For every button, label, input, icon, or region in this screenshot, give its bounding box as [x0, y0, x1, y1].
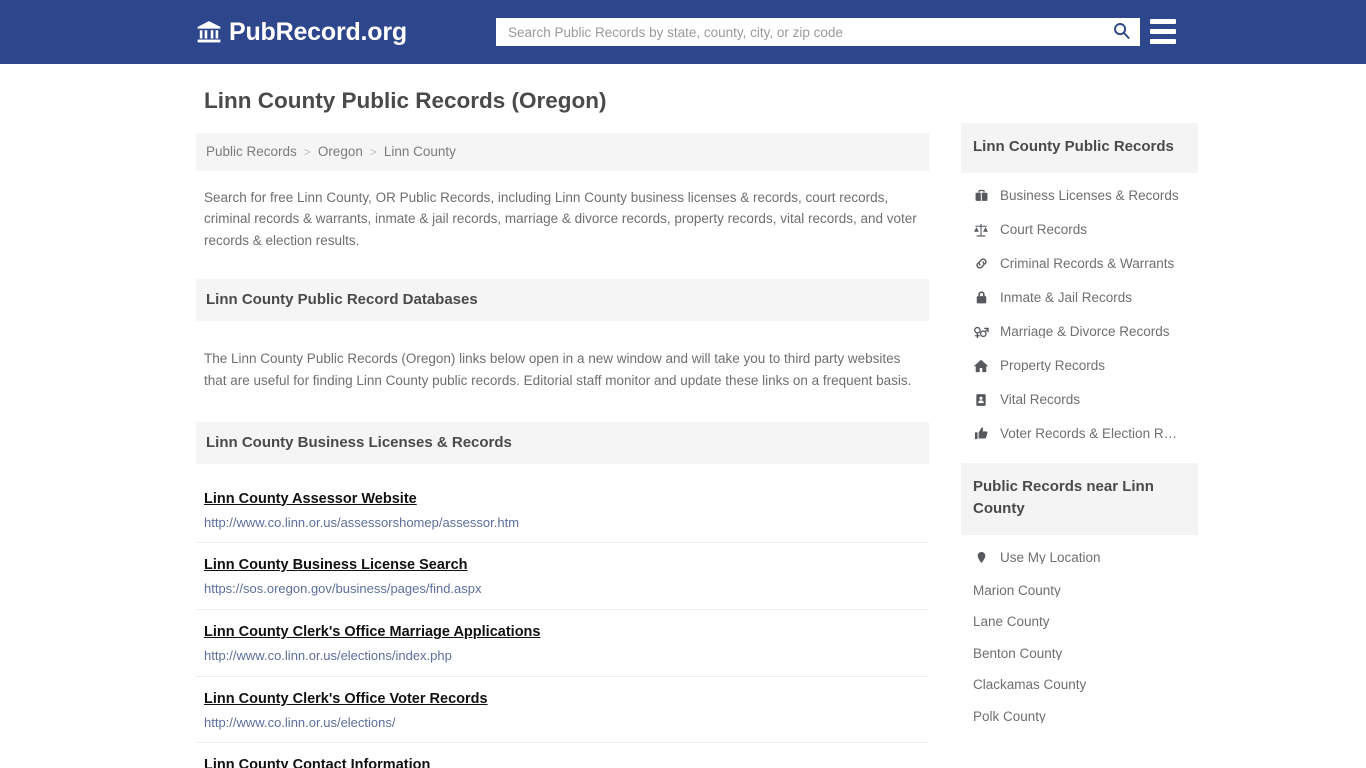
list-item: Criminal Records & Warrants [961, 247, 1198, 281]
list-item: Marion County [961, 575, 1198, 607]
sidebar-item-label: Clackamas County [973, 678, 1087, 692]
sidebar-item-label: Use My Location [1000, 550, 1101, 565]
hamburger-menu-icon-bar [1150, 19, 1176, 24]
sidebar-item-use-my-location[interactable]: Use My Location [961, 541, 1198, 575]
list-item: Property Records [961, 349, 1198, 383]
databases-description: The Linn County Public Records (Oregon) … [204, 351, 912, 389]
panel-title: Linn County Public Records [961, 123, 1198, 173]
list-item: Voter Records & Election R… [961, 417, 1198, 451]
sidebar-item-voter-records[interactable]: Voter Records & Election R… [961, 417, 1198, 451]
sidebar-item-label: Marriage & Divorce Records [1000, 324, 1170, 339]
sidebar: Linn County Public Records Business Lice… [961, 87, 1198, 744]
record-link-title[interactable]: Linn County Business License Search [204, 556, 468, 574]
site-logo-text: PubRecord.org [229, 17, 407, 46]
panel-linn-county-public-records: Linn County Public Records Business Lice… [961, 123, 1198, 451]
list-item: Marriage & Divorce Records [961, 315, 1198, 349]
sidebar-item-marion-county[interactable]: Marion County [961, 575, 1198, 607]
nearby-county-list: Use My Location Marion County Lane Count… [961, 535, 1198, 733]
list-item: Linn County Clerk's Office Marriage Appl… [196, 610, 929, 677]
id-badge-icon [973, 392, 989, 408]
panel-public-records-near-linn-county: Public Records near Linn County Use My L… [961, 462, 1198, 733]
breadcrumb-item-public-records[interactable]: Public Records [206, 145, 297, 159]
record-link-title[interactable]: Linn County Contact Information [204, 756, 430, 768]
record-link-url[interactable]: http://www.co.linn.or.us/elections/index… [204, 648, 921, 664]
list-item: Inmate & Jail Records [961, 281, 1198, 315]
venus-mars-icon [973, 324, 989, 340]
records-category-list: Business Licenses & Records Court Record… [961, 173, 1198, 451]
sidebar-item-label: Vital Records [1000, 392, 1081, 407]
record-link-url[interactable]: http://www.co.linn.or.us/assessorshomep/… [204, 515, 921, 531]
hamburger-menu-icon-bar [1150, 29, 1176, 34]
panel-title: Public Records near Linn County [961, 462, 1198, 535]
sidebar-item-criminal-records[interactable]: Criminal Records & Warrants [961, 247, 1198, 281]
record-link-url[interactable]: http://www.co.linn.or.us/elections/ [204, 715, 921, 731]
list-item: Clackamas County [961, 669, 1198, 701]
sidebar-item-benton-county[interactable]: Benton County [961, 638, 1198, 670]
thumbs-up-icon [973, 426, 989, 442]
sidebar-item-label: Criminal Records & Warrants [1000, 256, 1175, 271]
sidebar-item-clackamas-county[interactable]: Clackamas County [961, 669, 1198, 701]
list-item: Linn County Contact Information http://w… [196, 743, 929, 768]
record-link-title[interactable]: Linn County Clerk's Office Voter Records [204, 690, 488, 708]
sidebar-item-label: Benton County [973, 646, 1063, 660]
sidebar-item-label: Voter Records & Election R… [1000, 426, 1178, 441]
page-description: Search for free Linn County, OR Public R… [204, 189, 917, 249]
sidebar-item-vital-records[interactable]: Vital Records [961, 383, 1198, 417]
sidebar-item-lane-county[interactable]: Lane County [961, 606, 1198, 638]
sidebar-item-label: Polk County [973, 709, 1046, 723]
breadcrumb-item-oregon[interactable]: Oregon [318, 145, 363, 159]
record-link-list: Linn County Assessor Website http://www.… [196, 477, 929, 768]
record-link-url[interactable]: https://sos.oregon.gov/business/pages/fi… [204, 581, 921, 597]
sidebar-item-label: Court Records [1000, 222, 1088, 237]
list-item: Benton County [961, 638, 1198, 670]
site-header: PubRecord.org [0, 0, 1366, 64]
bank-icon [196, 19, 222, 45]
list-item: Lane County [961, 606, 1198, 638]
map-pin-icon [973, 550, 989, 566]
page-title: Linn County Public Records (Oregon) [204, 88, 607, 113]
list-item: Linn County Assessor Website http://www.… [196, 477, 929, 544]
sidebar-item-property-records[interactable]: Property Records [961, 349, 1198, 383]
sidebar-item-polk-county[interactable]: Polk County [961, 701, 1198, 733]
sidebar-item-label: Property Records [1000, 358, 1106, 373]
section-heading-databases: Linn County Public Record Databases [196, 278, 929, 322]
search-icon [1112, 21, 1131, 43]
sidebar-item-business-licenses[interactable]: Business Licenses & Records [961, 179, 1198, 213]
record-link-title[interactable]: Linn County Clerk's Office Marriage Appl… [204, 623, 540, 641]
breadcrumb-item-linn-county[interactable]: Linn County [384, 145, 456, 159]
search-button[interactable] [1108, 19, 1134, 45]
list-item: Business Licenses & Records [961, 179, 1198, 213]
sidebar-item-label: Inmate & Jail Records [1000, 290, 1133, 305]
sidebar-item-label: Marion County [973, 583, 1061, 597]
record-link-title[interactable]: Linn County Assessor Website [204, 490, 417, 508]
list-item: Court Records [961, 213, 1198, 247]
page-container: Linn County Public Records (Oregon) Publ… [0, 64, 1366, 768]
lock-icon [973, 290, 989, 306]
scales-balance-icon [973, 222, 989, 238]
sidebar-item-inmate-jail-records[interactable]: Inmate & Jail Records [961, 281, 1198, 315]
breadcrumb-separator-icon: > [303, 144, 311, 159]
sidebar-item-label: Lane County [973, 615, 1050, 629]
chain-link-icon [973, 256, 989, 272]
list-item: Vital Records [961, 383, 1198, 417]
hamburger-menu-icon-bar [1150, 39, 1176, 44]
list-item: Polk County [961, 701, 1198, 733]
search-input[interactable] [506, 19, 1108, 45]
search-bar[interactable] [496, 18, 1140, 46]
list-item: Linn County Clerk's Office Voter Records… [196, 677, 929, 744]
section-heading-business-licenses: Linn County Business Licenses & Records [196, 421, 929, 465]
breadcrumb-separator-icon: > [369, 144, 377, 159]
breadcrumb: Public Records > Oregon > Linn County [196, 133, 929, 171]
briefcase-icon [973, 188, 989, 204]
sidebar-item-label: Business Licenses & Records [1000, 188, 1179, 203]
sidebar-item-marriage-divorce-records[interactable]: Marriage & Divorce Records [961, 315, 1198, 349]
list-item: Linn County Business License Search http… [196, 543, 929, 610]
list-item: Use My Location [961, 541, 1198, 575]
main-content: Linn County Public Records (Oregon) Publ… [196, 87, 929, 768]
home-icon [973, 358, 989, 374]
sidebar-item-court-records[interactable]: Court Records [961, 213, 1198, 247]
hamburger-menu-button[interactable] [1150, 19, 1176, 44]
site-logo[interactable]: PubRecord.org [196, 19, 407, 45]
